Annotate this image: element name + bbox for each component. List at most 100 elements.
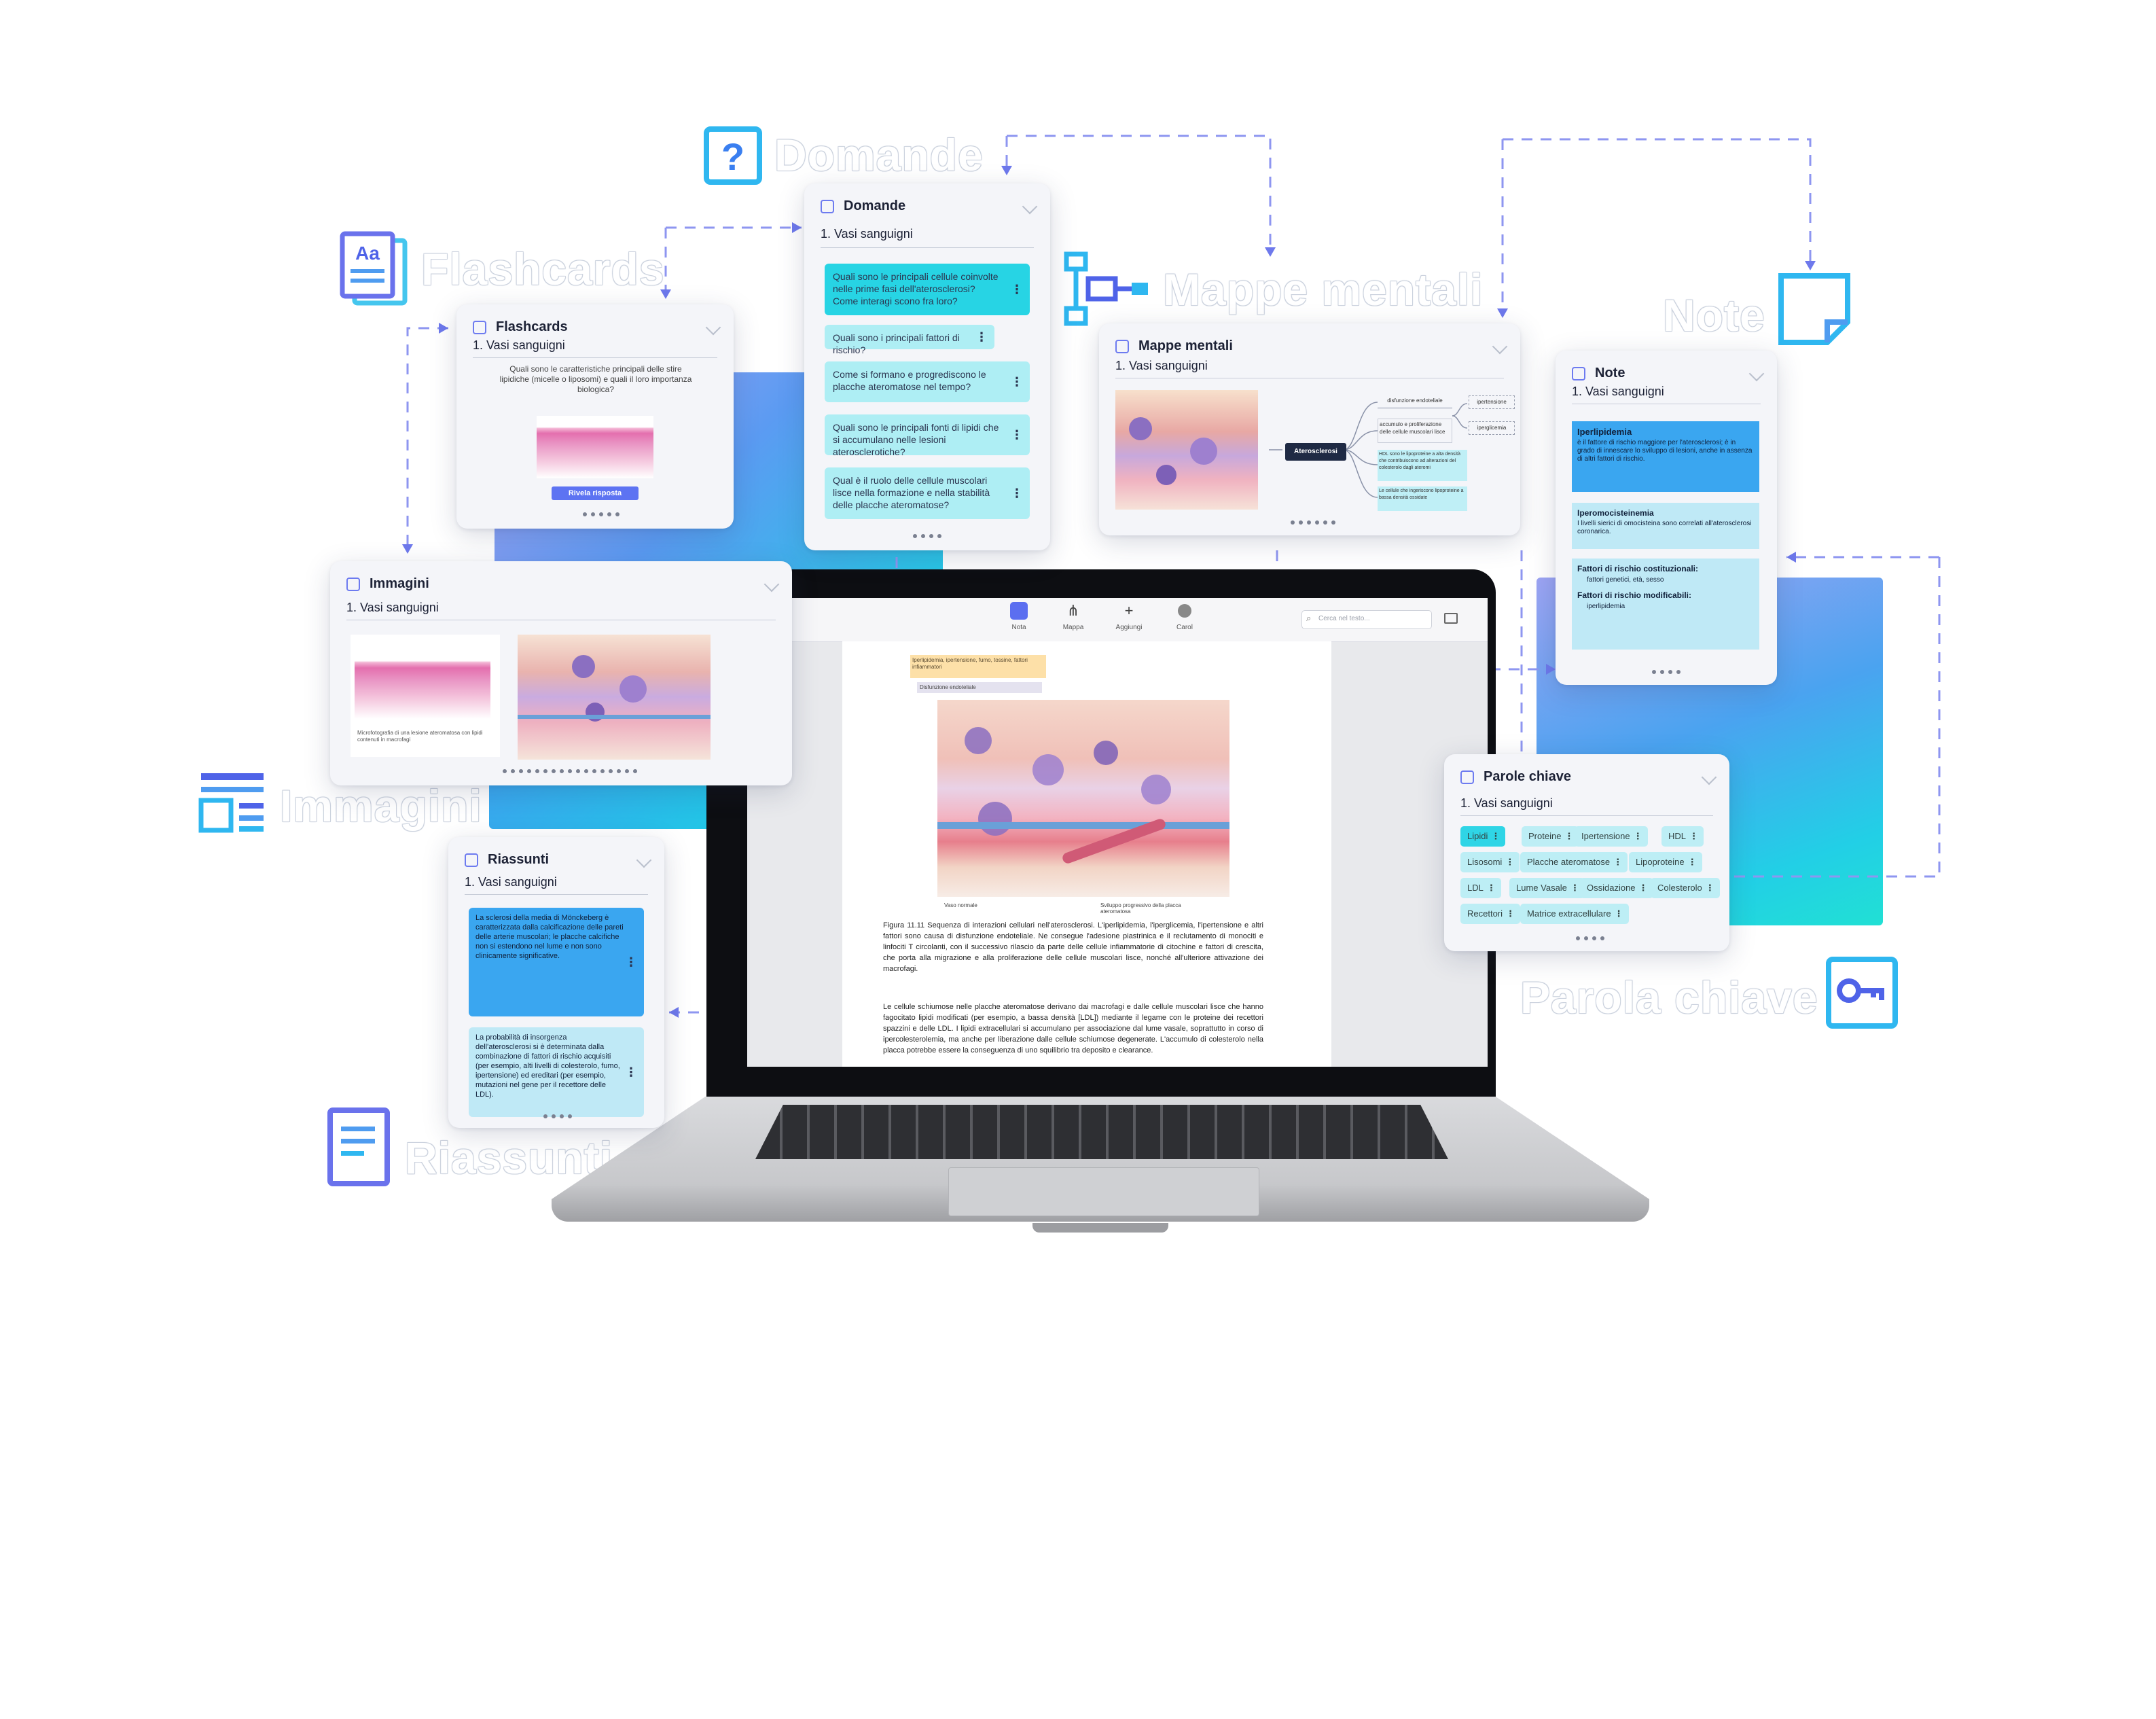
- pager-dots[interactable]: [1652, 670, 1681, 674]
- label-mappe-mentali: Mappe mentali: [1163, 264, 1484, 315]
- mind-map-icon: [1064, 251, 1152, 326]
- toolbar-aggiungi-button[interactable]: + Aggiungi: [1109, 602, 1149, 639]
- label-note: Note: [1663, 290, 1765, 340]
- keyword-tag[interactable]: Lume Vasale ⋮: [1509, 878, 1585, 898]
- laptop-hinge: [1032, 1223, 1168, 1233]
- keyword-tag[interactable]: Ipertensione ⋮: [1575, 826, 1648, 847]
- domande-card[interactable]: Domande 1. Vasi sanguigni Quali sono le …: [804, 183, 1050, 550]
- more-icon: ⋮: [625, 1065, 637, 1079]
- sticky-note-icon: [1777, 272, 1852, 347]
- card-title: Note: [1595, 366, 1625, 380]
- reader-toolbar: Nota ⋔ Mappa + Aggiungi Carol ⌕ Cerca ne…: [747, 598, 1488, 642]
- pager-dots[interactable]: [1291, 520, 1335, 525]
- chevron-down-icon[interactable]: [1701, 769, 1717, 785]
- toolbar-mappa-button[interactable]: ⋔ Mappa: [1053, 602, 1094, 639]
- immagini-card[interactable]: Immagini 1. Vasi sanguigni Microfotograf…: [330, 561, 792, 785]
- keyword-tag[interactable]: HDL ⋮: [1661, 826, 1704, 847]
- figure-callout-top: Iperlipidemia, ipertensione, fumo, tossi…: [910, 655, 1046, 678]
- search-input[interactable]: ⌕ Cerca nel testo...: [1301, 610, 1432, 629]
- document-icon: [326, 1106, 391, 1188]
- chevron-down-icon[interactable]: [1492, 338, 1508, 355]
- note-block[interactable]: Fattori di rischio costituzionali: fatto…: [1572, 559, 1759, 650]
- parole-chiave-card[interactable]: Parole chiave 1. Vasi sanguigni Lipidi ⋮ …: [1444, 754, 1729, 951]
- question-item[interactable]: Qual è il ruolo delle cellule muscolari …: [825, 467, 1030, 519]
- pager-dots[interactable]: [1576, 936, 1604, 940]
- question-card-icon: [821, 199, 834, 213]
- image-thumbnail[interactable]: [518, 635, 711, 760]
- chevron-down-icon[interactable]: [705, 319, 721, 336]
- histology-image: [355, 648, 490, 719]
- keyword-tag[interactable]: Recettori ⋮: [1460, 904, 1521, 924]
- mappe-mentali-card[interactable]: Mappe mentali 1. Vasi sanguigni Ateroscl…: [1099, 323, 1520, 535]
- note-card-icon: [1572, 366, 1585, 380]
- pager-dots[interactable]: [543, 1114, 572, 1118]
- pager-dots[interactable]: [503, 769, 637, 773]
- more-icon: ⋮: [625, 955, 637, 969]
- chapter-title: 1. Vasi sanguigni: [821, 227, 913, 241]
- note-block[interactable]: Iperlipidemia è il fattore di rischio ma…: [1572, 421, 1759, 492]
- chevron-down-icon[interactable]: [763, 576, 780, 592]
- card-title: Parole chiave: [1484, 769, 1571, 784]
- chevron-down-icon[interactable]: [1022, 198, 1038, 215]
- question-icon: ?: [704, 126, 762, 185]
- mind-map-center-node[interactable]: Aterosclerosi: [1285, 443, 1346, 461]
- label-flashcards: Flashcards: [421, 244, 665, 294]
- question-item[interactable]: Quali sono le principali fonti di lipidi…: [825, 414, 1030, 457]
- pager-dots[interactable]: [913, 534, 941, 538]
- keyword-tag[interactable]: LDL ⋮: [1460, 878, 1501, 898]
- mind-map-node[interactable]: Le cellule che ingeriscono lipoproteine …: [1378, 486, 1467, 511]
- keyword-tag[interactable]: Lipoproteine ⋮: [1629, 852, 1702, 872]
- flashcards-card-icon: [473, 320, 486, 334]
- keyword-tag[interactable]: Lipidi ⋮: [1460, 826, 1506, 847]
- reveal-answer-button[interactable]: Rivela risposta: [552, 486, 639, 500]
- more-icon: ⋮: [1011, 428, 1023, 442]
- summary-item[interactable]: La probabilità di insorgenza dell'ateros…: [469, 1027, 644, 1117]
- toolbar-nota-button[interactable]: Nota: [999, 602, 1039, 639]
- chevron-down-icon[interactable]: [636, 852, 652, 868]
- question-item[interactable]: Quali sono le principali cellule coinvol…: [825, 264, 1030, 315]
- mind-map-node[interactable]: accumulo e proliferazione delle cellule …: [1378, 419, 1452, 443]
- flashcards-card[interactable]: Flashcards 1. Vasi sanguigni Quali sono …: [456, 304, 734, 529]
- card-title: Flashcards: [496, 319, 568, 334]
- summary-item[interactable]: La sclerosi della media di Mönckeberg è …: [469, 908, 644, 1016]
- more-icon: ⋮: [1011, 283, 1023, 296]
- label-immagini: Immagini: [280, 781, 482, 831]
- chapter-title: 1. Vasi sanguigni: [1572, 385, 1664, 398]
- key-icon: [1825, 955, 1899, 1030]
- mind-map-node[interactable]: disfunzione endoteliale: [1378, 394, 1452, 408]
- mind-map-card-icon: [1115, 339, 1129, 353]
- chapter-title: 1. Vasi sanguigni: [1115, 359, 1208, 372]
- mind-map-leaf[interactable]: ipertensione: [1469, 395, 1515, 409]
- card-title: Domande: [844, 198, 906, 213]
- question-item[interactable]: Come si formano e progrediscono le placc…: [825, 361, 1030, 402]
- document-page: Iperlipidemia, ipertensione, fumo, tossi…: [842, 641, 1331, 1067]
- divider: [1460, 815, 1713, 816]
- toolbar-carol-button[interactable]: Carol: [1164, 602, 1205, 639]
- keyword-tag[interactable]: Proteine ⋮: [1522, 826, 1579, 847]
- keyword-tag[interactable]: Placche ateromatose ⋮: [1520, 852, 1628, 872]
- more-icon: ⋮: [1011, 375, 1023, 389]
- note-card[interactable]: Note 1. Vasi sanguigni Iperlipidemia è i…: [1556, 351, 1777, 685]
- keywords-card-icon: [1460, 770, 1474, 784]
- laptop-keyboard: [755, 1105, 1448, 1159]
- more-icon: ⋮: [975, 330, 988, 344]
- mind-map-node[interactable]: HDL sono le lipoproteine a alta densità …: [1378, 450, 1467, 481]
- image-thumbnail[interactable]: Microfotografia di una lesione ateromato…: [351, 635, 500, 757]
- chevron-down-icon[interactable]: [1748, 366, 1765, 382]
- laptop-trackpad: [948, 1167, 1259, 1216]
- atherosclerosis-figure: [937, 700, 1229, 897]
- divider: [821, 247, 1034, 248]
- pager-dots[interactable]: [583, 512, 619, 516]
- panel-toggle-icon[interactable]: [1444, 613, 1458, 624]
- note-block[interactable]: Iperomocisteinemia I livelli sierici di …: [1572, 503, 1759, 549]
- riassunti-card[interactable]: Riassunti 1. Vasi sanguigni La sclerosi …: [448, 837, 664, 1128]
- keyword-tag[interactable]: Matrice extracellulare ⋮: [1520, 904, 1629, 924]
- keyword-tag[interactable]: Ossidazione ⋮: [1580, 878, 1653, 898]
- keyword-tag[interactable]: Colesterolo ⋮: [1651, 878, 1720, 898]
- mind-map-image: [1115, 390, 1258, 510]
- chapter-title: 1. Vasi sanguigni: [473, 338, 565, 352]
- question-item[interactable]: Quali sono i principali fattori di risch…: [825, 325, 994, 355]
- search-icon: ⌕: [1306, 613, 1312, 623]
- mind-map-leaf[interactable]: iperglicemia: [1469, 421, 1515, 435]
- keyword-tag[interactable]: Lisosomi ⋮: [1460, 852, 1520, 872]
